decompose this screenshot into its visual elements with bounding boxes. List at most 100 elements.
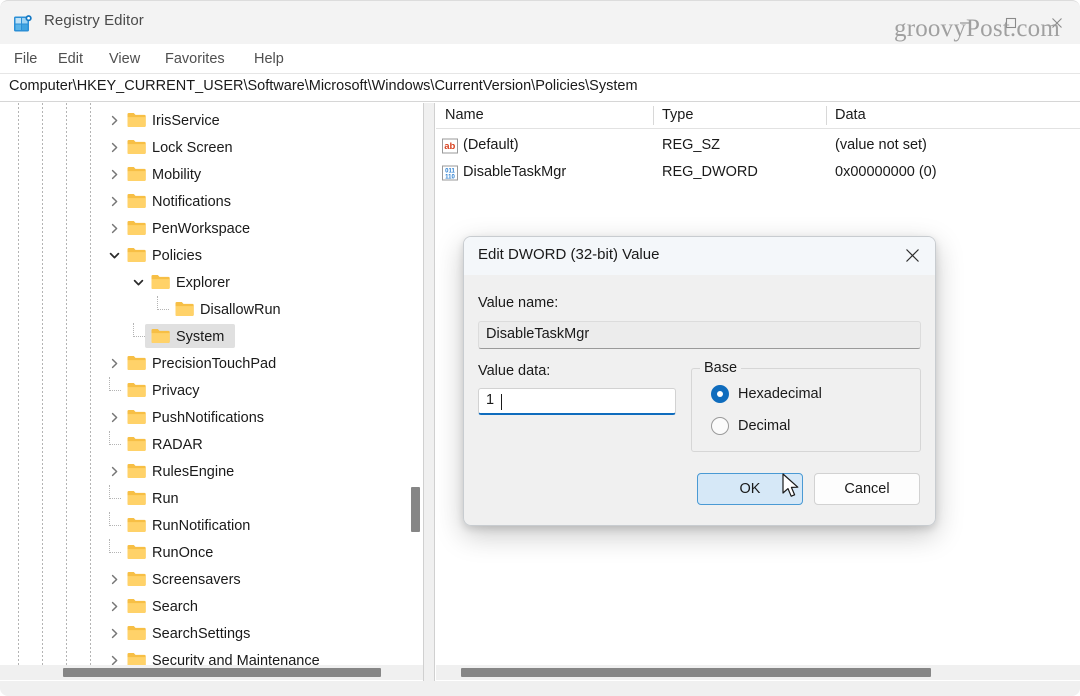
tree-item-irisservice[interactable]: IrisService (0, 107, 423, 134)
tree-item-label: PenWorkspace (152, 220, 251, 237)
folder-icon (127, 193, 146, 209)
chevron-right-icon[interactable] (107, 194, 121, 208)
tree-item-notifications[interactable]: Notifications (0, 188, 423, 215)
tree-item-pushnotifications[interactable]: PushNotifications (0, 404, 423, 431)
chevron-right-icon[interactable] (107, 113, 121, 127)
folder-icon (127, 625, 146, 641)
folder-icon (127, 652, 146, 665)
tree-connector (109, 512, 121, 526)
tree-item-rulesengine[interactable]: RulesEngine (0, 458, 423, 485)
column-header-name[interactable]: Name (445, 107, 484, 123)
registry-tree[interactable]: IrisService Lock Screen Mobility Notificati… (0, 103, 423, 665)
tree-item-run[interactable]: Run (0, 485, 423, 512)
value-data-label: Value data: (478, 363, 551, 379)
menu-bar: File Edit View Favorites Help (0, 44, 1080, 74)
dword-value-icon: 011 110 (441, 164, 459, 182)
chevron-right-icon[interactable] (107, 653, 121, 665)
tree-item-runonce[interactable]: RunOnce (0, 539, 423, 566)
tree-item-label: Policies (152, 247, 202, 264)
table-row[interactable]: ab (Default) REG_SZ (value not set) (436, 133, 1080, 160)
tree-item-label: RADAR (152, 436, 203, 453)
tree-item-screensavers[interactable]: Screensavers (0, 566, 423, 593)
column-divider-1[interactable] (653, 106, 654, 125)
tree-item-searchsettings[interactable]: SearchSettings (0, 620, 423, 647)
tree-item-privacy[interactable]: Privacy (0, 377, 423, 404)
tree-item-label: Run (152, 490, 179, 507)
tree-item-label: DisallowRun (200, 301, 281, 318)
column-header-data[interactable]: Data (835, 107, 866, 123)
folder-icon (127, 355, 146, 371)
registry-path: Computer\HKEY_CURRENT_USER\Software\Micr… (9, 78, 638, 94)
tree-connector (109, 539, 121, 553)
menu-item-favorites[interactable]: Favorites (160, 49, 230, 69)
list-horizontal-scrollbar[interactable] (436, 665, 1080, 680)
folder-icon (127, 571, 146, 587)
column-header-type[interactable]: Type (662, 107, 693, 123)
dialog-title-bar: Edit DWORD (32-bit) Value (464, 237, 935, 275)
tree-item-disallowrun[interactable]: DisallowRun (0, 296, 423, 323)
table-row[interactable]: 011 110 DisableTaskMgr REG_DWORD 0x00000000 … (436, 160, 1080, 187)
string-value-icon: ab (441, 137, 459, 155)
ok-button[interactable]: OK (697, 473, 803, 505)
menu-item-file[interactable]: File (9, 49, 42, 69)
tree-item-penworkspace[interactable]: PenWorkspace (0, 215, 423, 242)
radio-decimal[interactable]: Decimal (711, 417, 790, 435)
tree-item-label: SearchSettings (152, 625, 251, 642)
cell-type: REG_DWORD (662, 164, 758, 180)
status-bar (0, 681, 1080, 696)
chevron-right-icon[interactable] (107, 167, 121, 181)
column-divider-2[interactable] (826, 106, 827, 125)
chevron-right-icon[interactable] (107, 572, 121, 586)
tree-connector (109, 377, 121, 391)
folder-icon (127, 382, 146, 398)
menu-item-edit[interactable]: Edit (53, 49, 88, 69)
radio-hexadecimal[interactable]: Hexadecimal (711, 385, 822, 403)
cell-name: (Default) (463, 137, 519, 153)
value-data-input[interactable]: 1 (478, 388, 676, 415)
folder-icon (127, 463, 146, 479)
tree-connector (109, 431, 121, 445)
tree-item-label: RunOnce (152, 544, 214, 561)
chevron-right-icon[interactable] (107, 464, 121, 478)
menu-item-help[interactable]: Help (249, 49, 289, 69)
cancel-button[interactable]: Cancel (814, 473, 920, 505)
tree-item-search[interactable]: Search (0, 593, 423, 620)
tree-scroll-thumb[interactable] (411, 487, 420, 532)
folder-icon (127, 517, 146, 533)
tree-item-policies[interactable]: Policies (0, 242, 423, 269)
text-caret (501, 394, 502, 410)
svg-text:ab: ab (444, 141, 455, 152)
pane-splitter[interactable] (423, 103, 435, 696)
address-bar[interactable]: Computer\HKEY_CURRENT_USER\Software\Micr… (0, 74, 1080, 102)
tree-item-security-and-maintenance[interactable]: Security and Maintenance (0, 647, 423, 665)
close-icon[interactable] (895, 241, 929, 269)
tree-item-explorer[interactable]: Explorer (0, 269, 423, 296)
chevron-down-icon[interactable] (107, 248, 121, 262)
tree-item-system[interactable]: System (0, 323, 423, 350)
chevron-right-icon[interactable] (107, 626, 121, 640)
tree-hscroll-thumb[interactable] (63, 668, 381, 677)
tree-item-radar[interactable]: RADAR (0, 431, 423, 458)
chevron-right-icon[interactable] (107, 356, 121, 370)
tree-item-mobility[interactable]: Mobility (0, 161, 423, 188)
chevron-right-icon[interactable] (107, 221, 121, 235)
tree-item-runnotification[interactable]: RunNotification (0, 512, 423, 539)
tree-item-label: Screensavers (152, 571, 241, 588)
chevron-right-icon[interactable] (107, 599, 121, 613)
tree-vertical-scrollbar[interactable] (409, 103, 422, 665)
folder-icon (127, 436, 146, 452)
menu-item-view[interactable]: View (104, 49, 145, 69)
tree-item-precisiontouchpad[interactable]: PrecisionTouchPad (0, 350, 423, 377)
chevron-right-icon[interactable] (107, 410, 121, 424)
title-bar: Registry Editor groovyPost.com (0, 0, 1080, 44)
chevron-right-icon[interactable] (107, 140, 121, 154)
chevron-down-icon[interactable] (131, 275, 145, 289)
folder-icon (127, 112, 146, 128)
value-name-input[interactable]: DisableTaskMgr (478, 321, 921, 349)
tree-item-label: Notifications (152, 193, 231, 210)
list-hscroll-thumb[interactable] (461, 668, 931, 677)
tree-horizontal-scrollbar[interactable] (0, 665, 423, 680)
tree-item-label: Explorer (176, 274, 230, 291)
tree-item-lock-screen[interactable]: Lock Screen (0, 134, 423, 161)
radio-unselected-icon (711, 417, 729, 435)
